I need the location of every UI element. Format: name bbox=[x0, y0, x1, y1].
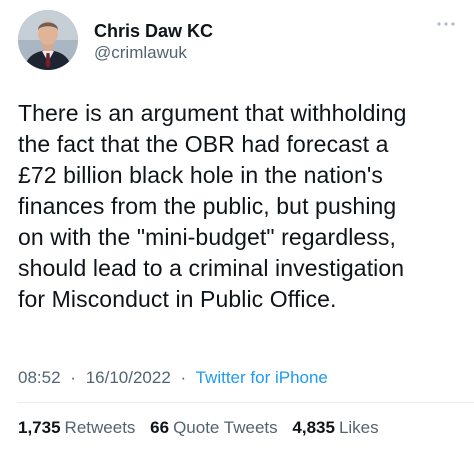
tweet-source-link[interactable]: Twitter for iPhone bbox=[196, 368, 328, 387]
tweet-date[interactable]: 16/10/2022 bbox=[86, 368, 171, 387]
avatar[interactable] bbox=[18, 10, 78, 70]
divider bbox=[18, 402, 474, 403]
tweet-stats: 1,735 Retweets 66 Quote Tweets 4,835 Likes bbox=[18, 418, 389, 438]
retweets-count: 1,735 bbox=[18, 418, 61, 437]
quote-tweets-count: 66 bbox=[150, 418, 170, 437]
meta-separator: · bbox=[180, 368, 187, 387]
tweet-meta: 08:52 · 16/10/2022 · Twitter for iPhone bbox=[18, 368, 328, 388]
retweets-label: Retweets bbox=[64, 418, 136, 437]
ellipsis-icon[interactable] bbox=[434, 16, 458, 32]
author-names: Chris Daw KC @crimlawuk bbox=[94, 20, 213, 64]
tweet-text: There is an argument that withholding th… bbox=[18, 100, 407, 312]
tweet-card: Chris Daw KC @crimlawuk There is an argu… bbox=[0, 0, 474, 462]
quote-tweets-stat[interactable]: 66 Quote Tweets bbox=[150, 418, 278, 438]
quote-tweets-label: Quote Tweets bbox=[173, 418, 278, 437]
author-display-name[interactable]: Chris Daw KC bbox=[94, 20, 213, 42]
tweet-time[interactable]: 08:52 bbox=[18, 368, 61, 387]
likes-stat[interactable]: 4,835 Likes bbox=[292, 418, 378, 438]
likes-count: 4,835 bbox=[292, 418, 335, 437]
person-portrait-icon bbox=[18, 10, 78, 70]
likes-label: Likes bbox=[338, 418, 379, 437]
tweet-header: Chris Daw KC @crimlawuk bbox=[18, 10, 458, 74]
meta-separator: · bbox=[70, 368, 76, 387]
retweets-stat[interactable]: 1,735 Retweets bbox=[18, 418, 135, 438]
author-handle[interactable]: @crimlawuk bbox=[94, 42, 213, 64]
